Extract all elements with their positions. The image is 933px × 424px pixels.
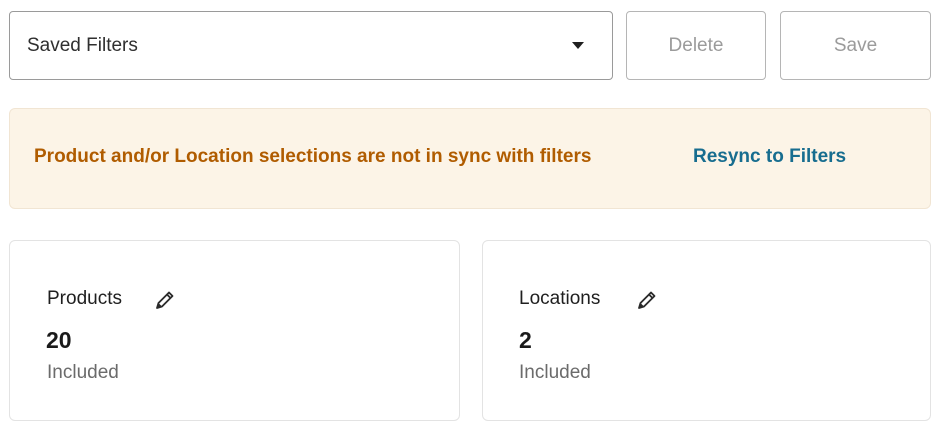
chevron-down-icon — [572, 42, 584, 49]
delete-button[interactable]: Delete — [626, 11, 766, 80]
products-card — [9, 240, 460, 421]
locations-count: 2 — [519, 327, 532, 353]
saved-filters-select[interactable]: Saved Filters — [9, 11, 613, 80]
save-button[interactable]: Save — [780, 11, 931, 80]
sync-warning-message: Product and/or Location selections are n… — [34, 146, 592, 167]
locations-card — [482, 240, 931, 421]
products-status: Included — [47, 362, 119, 383]
products-card-title: Products — [47, 288, 122, 309]
resync-to-filters-link[interactable]: Resync to Filters — [693, 146, 846, 168]
edit-products-pencil-icon[interactable] — [153, 288, 177, 312]
edit-locations-pencil-icon[interactable] — [635, 288, 659, 312]
locations-status: Included — [519, 362, 591, 383]
saved-filters-label: Saved Filters — [27, 34, 138, 56]
locations-card-title: Locations — [519, 288, 601, 309]
products-count: 20 — [46, 327, 72, 353]
